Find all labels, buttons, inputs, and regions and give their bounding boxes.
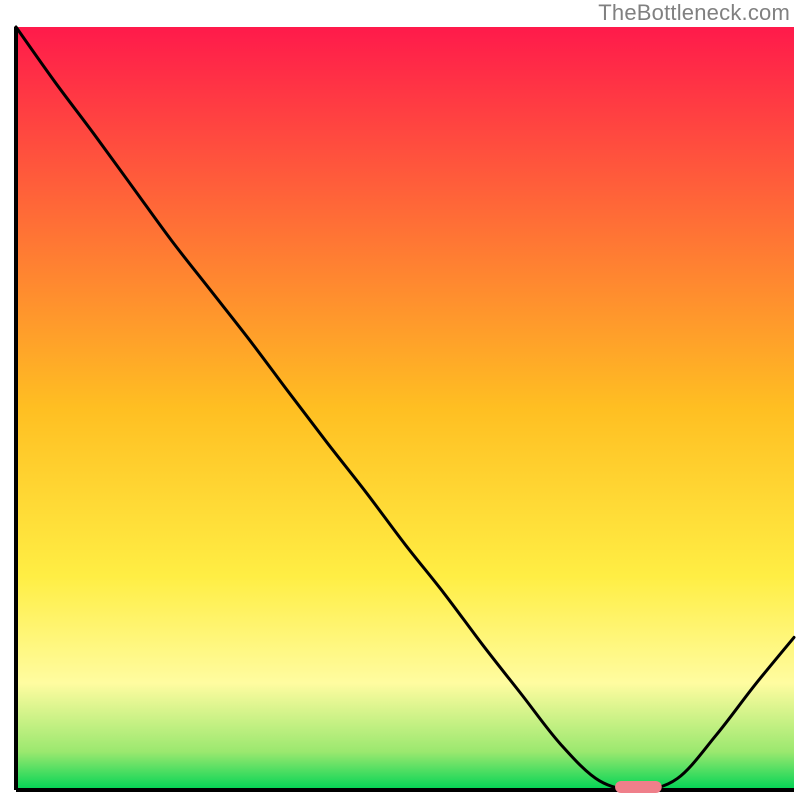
bottleneck-curve xyxy=(16,27,794,790)
axes-frame xyxy=(0,0,800,800)
sweet-spot-marker xyxy=(615,781,662,793)
